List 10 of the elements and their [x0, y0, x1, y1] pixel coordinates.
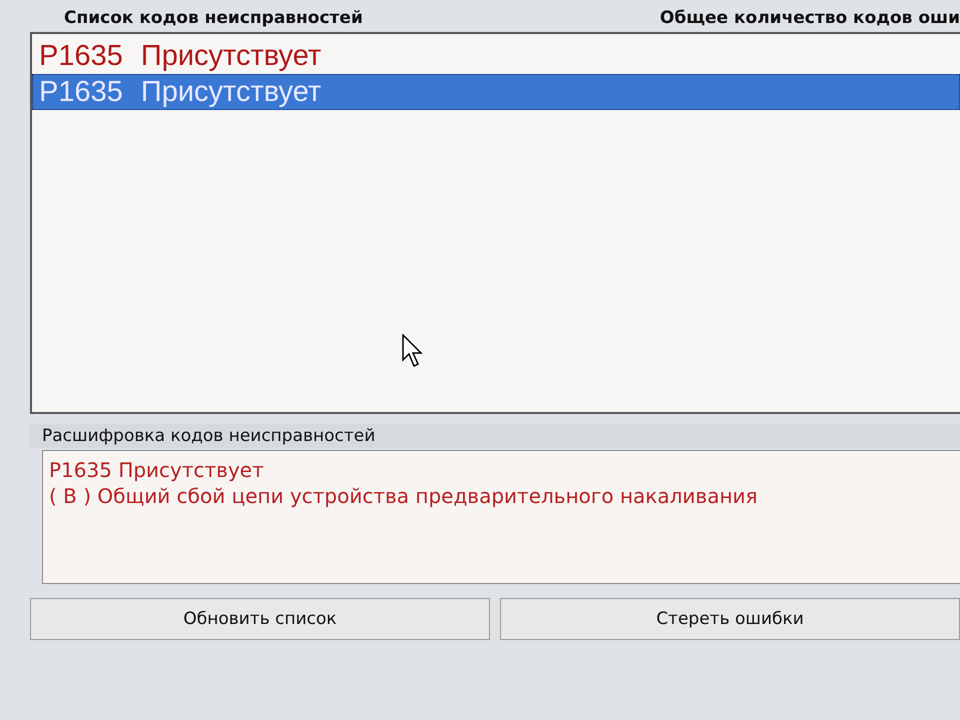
code-row[interactable]: P1635 Присутствует: [32, 38, 960, 74]
mouse-pointer-icon: [402, 334, 426, 368]
decode-line: P1635 Присутствует: [49, 457, 265, 483]
decode-title: Расшифровка кодов неисправностей: [30, 424, 960, 448]
action-button[interactable]: Обновить список: [30, 598, 490, 640]
list-title: Список кодов неисправностей: [64, 8, 363, 28]
count-title: Общее количество кодов оши: [660, 8, 960, 28]
code-row[interactable]: P1635 Присутствует: [32, 74, 960, 110]
action-button[interactable]: Стереть ошибки: [500, 598, 960, 640]
decode-line: ( B ) Общий сбой цепи устройства предварительного накаливания: [49, 483, 759, 509]
